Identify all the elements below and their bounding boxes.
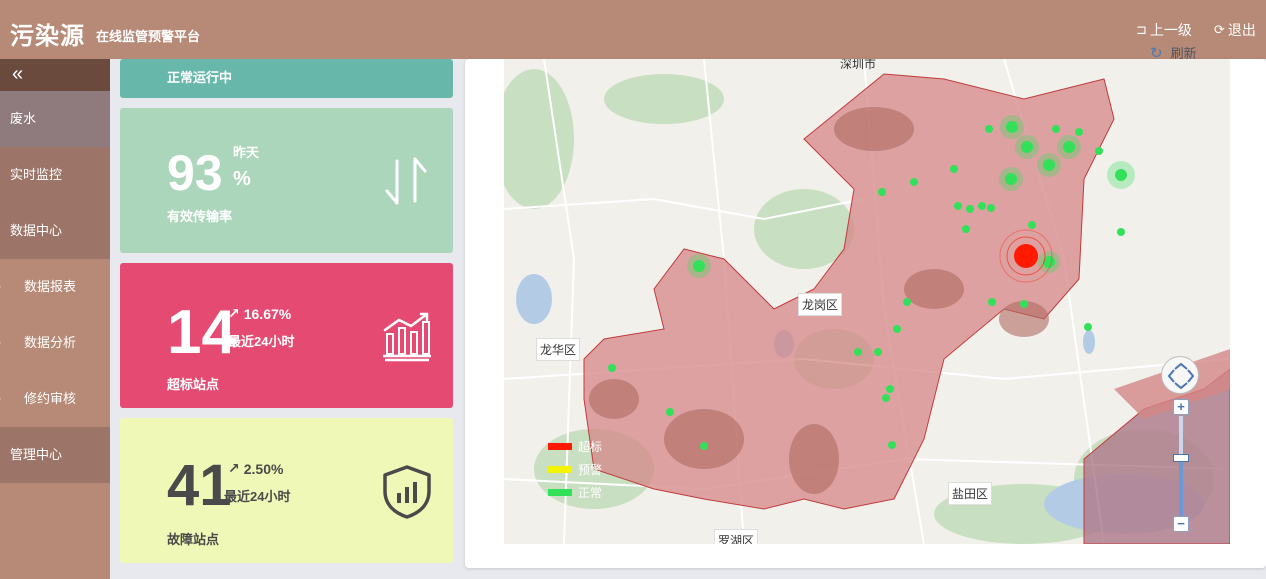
- sidebar-item-label: 管理中心: [10, 447, 63, 462]
- sidebar-item-label: 数据报表: [24, 279, 77, 294]
- card-label: 正常运行中: [167, 70, 233, 85]
- zoom-control: + −: [1173, 399, 1189, 532]
- top-header: 污染源 在线监管预警平台 ⊐ 上一级 ⟳ 退出: [0, 0, 1266, 59]
- trend-up-icon: ↗: [228, 460, 240, 476]
- card-value: 93: [167, 145, 223, 201]
- legend-label: 预警: [578, 463, 603, 477]
- card-fault-stations[interactable]: 41 ↗ 2.50% 最近24小时 故障站点: [120, 418, 453, 563]
- legend-label: 正常: [578, 486, 603, 500]
- bullet-icon: ·: [0, 259, 2, 315]
- power-icon: ⟳: [1214, 22, 1225, 37]
- chart-growth-icon: [383, 312, 431, 362]
- sidebar-item-revision-audit[interactable]: · 修约审核: [0, 371, 110, 427]
- trend-value: 2.50%: [243, 460, 284, 477]
- card-value: 14: [167, 298, 236, 367]
- logout-button[interactable]: ⟳ 退出: [1214, 20, 1256, 40]
- sidebar-item-label: 数据分析: [24, 335, 77, 350]
- logout-label: 退出: [1227, 22, 1256, 38]
- district-label: 盐田区: [948, 482, 993, 505]
- sidebar-item-label: 数据中心: [10, 223, 63, 238]
- shield-chart-icon: [383, 465, 431, 519]
- legend-swatch: [548, 489, 572, 496]
- legend-item: 超标: [548, 435, 602, 458]
- pollution-map[interactable]: 深圳市 龙岗区 龙华区 盐田区 罗湖区 超标 预警 正常 + −: [504, 59, 1230, 544]
- card-label: 超标站点: [167, 377, 220, 392]
- sidebar-item-label: 修约审核: [24, 391, 77, 406]
- back-label: 上一级: [1149, 22, 1192, 38]
- legend-swatch: [548, 443, 572, 450]
- sidebar-item-data-report[interactable]: · 数据报表: [0, 259, 110, 315]
- return-icon: ⊐: [1136, 22, 1147, 37]
- legend-item: 正常: [548, 481, 602, 504]
- trend-value: 16.67%: [243, 305, 292, 322]
- card-value: 41: [167, 453, 232, 518]
- sidebar-item-label: 废水: [10, 111, 37, 126]
- sidebar-item-label: 实时监控: [10, 167, 63, 182]
- zoom-out-button[interactable]: −: [1173, 516, 1189, 532]
- district-label: 龙岗区: [798, 293, 843, 316]
- trend-up-icon: ↗: [228, 305, 240, 321]
- legend-label: 超标: [578, 440, 603, 454]
- card-running[interactable]: 正常运行中: [120, 59, 453, 98]
- district-label: 深圳市: [840, 59, 877, 71]
- legend-item: 预警: [548, 458, 602, 481]
- card-exceed-stations[interactable]: 14 ↗ 16.67% 最近24小时 超标站点: [120, 263, 453, 408]
- card-period-label: 最近24小时: [228, 334, 295, 349]
- card-trend: ↗ 2.50%: [228, 460, 283, 477]
- card-trend: ↗ 16.67%: [228, 305, 291, 322]
- sidebar-item-data-analysis[interactable]: · 数据分析: [0, 315, 110, 371]
- sidebar-item-data-center[interactable]: 数据中心: [0, 203, 110, 259]
- map-base: [504, 59, 1230, 544]
- pan-arrows-icon: [1167, 362, 1195, 390]
- card-unit: %: [233, 168, 251, 190]
- sidebar-item-wastewater[interactable]: 废水: [0, 91, 110, 147]
- bullet-icon: ·: [0, 371, 2, 427]
- double-chevron-left-icon[interactable]: «: [0, 59, 110, 91]
- zoom-level-fill: [1179, 459, 1183, 516]
- map-legend: 超标 预警 正常: [548, 435, 602, 504]
- card-transmission-rate[interactable]: 93 昨天 % 有效传输率: [120, 108, 453, 253]
- bullet-icon: ·: [0, 315, 2, 371]
- district-label: 罗湖区: [714, 529, 759, 544]
- map-pan-control[interactable]: [1161, 356, 1199, 394]
- app-brand: 污染源: [10, 23, 85, 50]
- card-label: 故障站点: [167, 532, 220, 547]
- app-subtitle: 在线监管预警平台: [96, 29, 201, 44]
- arrows-up-down-icon: [385, 157, 427, 205]
- back-button[interactable]: ⊐ 上一级: [1136, 20, 1192, 40]
- district-label: 龙华区: [536, 338, 581, 361]
- zoom-in-button[interactable]: +: [1173, 399, 1189, 415]
- sidebar-item-realtime-monitor[interactable]: 实时监控: [0, 147, 110, 203]
- legend-swatch: [548, 466, 572, 473]
- sidebar-item-management-center[interactable]: 管理中心: [0, 427, 110, 483]
- zoom-slider-handle[interactable]: [1173, 454, 1189, 462]
- card-period-label: 最近24小时: [224, 489, 291, 504]
- card-period-label: 昨天: [233, 145, 260, 160]
- sidebar: « 废水 实时监控 数据中心 · 数据报表 · 数据分析 · 修约审核 管理中心: [0, 59, 110, 579]
- card-label: 有效传输率: [167, 209, 233, 224]
